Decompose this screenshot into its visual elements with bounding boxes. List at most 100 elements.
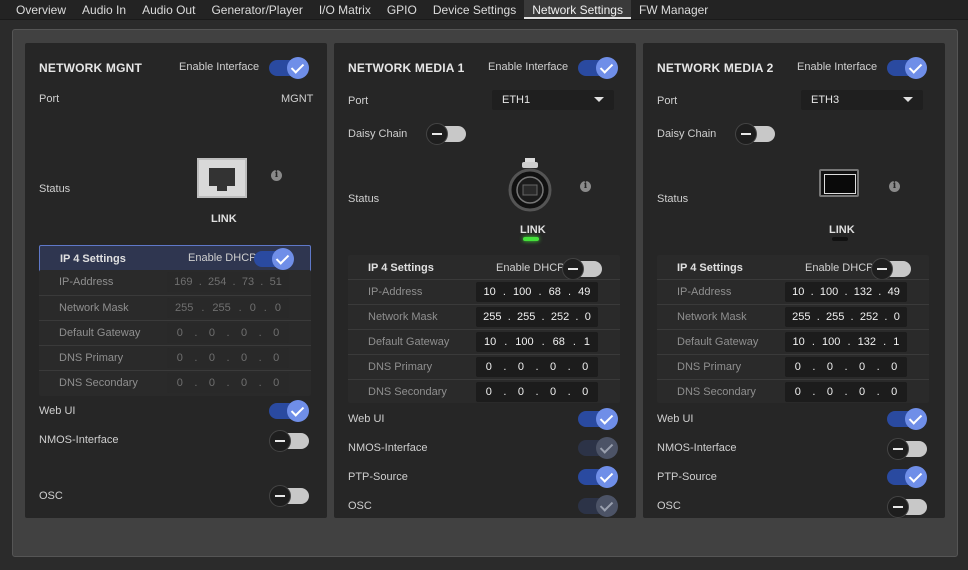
tab-audio-in[interactable]: Audio In	[74, 0, 134, 19]
check-icon	[596, 408, 618, 430]
nmos-interface-label: NMOS-Interface	[348, 442, 428, 454]
dns-primary-field[interactable]: 0.0.0.0	[167, 348, 289, 368]
tab-bar: Overview Audio In Audio Out Generator/Pl…	[0, 0, 968, 20]
info-icon[interactable]: i	[580, 181, 591, 192]
daisy-chain-label: Daisy Chain	[348, 128, 408, 140]
tab-network-settings[interactable]: Network Settings	[524, 0, 631, 19]
ptp-source-toggle[interactable]	[887, 466, 927, 488]
daisy-chain-toggle[interactable]	[735, 123, 775, 145]
ip-address-row: IP-Address 10. 100. 132. 49	[657, 279, 929, 304]
enable-dhcp-label: Enable DHCP	[188, 252, 257, 264]
enable-interface-label: Enable Interface	[488, 61, 569, 73]
default-gateway-field[interactable]: 0.0.0.0	[167, 323, 289, 343]
daisy-chain-toggle[interactable]	[426, 123, 466, 145]
minus-icon	[269, 485, 291, 507]
network-mask-field[interactable]: 255. 255. 252. 0	[476, 307, 598, 327]
nmos-interface-toggle[interactable]	[269, 430, 309, 452]
ethercon-port-icon	[508, 158, 552, 212]
dns-primary-row: DNS Primary 0.0.0.0	[348, 354, 620, 379]
tab-overview[interactable]: Overview	[8, 0, 74, 19]
tab-io-matrix[interactable]: I/O Matrix	[311, 0, 379, 19]
osc-toggle[interactable]	[887, 496, 927, 518]
port-label: Port	[657, 95, 678, 107]
enable-interface-toggle[interactable]	[887, 57, 927, 79]
dns-primary-field[interactable]: 0.0.0.0	[476, 357, 598, 377]
default-gateway-field[interactable]: 10. 100. 68. 1	[476, 332, 598, 352]
dns-secondary-field[interactable]: 0.0.0.0	[785, 382, 907, 402]
web-ui-label: Web UI	[348, 413, 385, 425]
check-icon	[905, 466, 927, 488]
enable-interface-toggle[interactable]	[578, 57, 618, 79]
dns-secondary-field[interactable]: 0.0.0.0	[476, 382, 598, 402]
nmos-interface-label: NMOS-Interface	[657, 442, 737, 454]
dns-primary-field[interactable]: 0.0.0.0	[785, 357, 907, 377]
enable-dhcp-toggle[interactable]	[562, 258, 602, 280]
tab-fw-manager[interactable]: FW Manager	[631, 0, 716, 19]
port-label: Port	[39, 93, 60, 105]
dns-secondary-field[interactable]: 0.0.0.0	[167, 373, 289, 393]
ip-address-field[interactable]: 169. 254. 73. 51	[167, 272, 289, 292]
web-ui-toggle[interactable]	[578, 408, 618, 430]
ip4-settings-box: IP 4 Settings Enable DHCP IP-Address 10.…	[348, 255, 620, 403]
dns-primary-row: DNS Primary 0.0.0.0	[39, 345, 311, 370]
dns-primary-row: DNS Primary 0.0.0.0	[657, 354, 929, 379]
card-title: NETWORK MEDIA 1	[348, 61, 465, 75]
enable-dhcp-label: Enable DHCP	[496, 262, 565, 274]
enable-dhcp-toggle[interactable]	[871, 258, 911, 280]
enable-dhcp-toggle[interactable]	[254, 248, 294, 270]
ip-address-field[interactable]: 10. 100. 68. 49	[476, 282, 598, 302]
dns-secondary-row: DNS Secondary 0.0.0.0	[348, 379, 620, 404]
info-icon[interactable]: i	[889, 181, 900, 192]
status-label: Status	[657, 193, 689, 205]
link-led	[832, 237, 848, 241]
osc-label: OSC	[657, 500, 681, 512]
network-mask-row: Network Mask 255. 255. 0. 0	[39, 295, 311, 320]
osc-label: OSC	[39, 490, 63, 502]
dns-secondary-row: DNS Secondary 0.0.0.0	[657, 379, 929, 404]
tab-device-settings[interactable]: Device Settings	[425, 0, 524, 19]
web-ui-toggle[interactable]	[887, 408, 927, 430]
tab-audio-out[interactable]: Audio Out	[134, 0, 203, 19]
network-mask-row: Network Mask 255. 255. 252. 0	[657, 304, 929, 329]
check-icon	[272, 248, 294, 270]
default-gateway-row: Default Gateway 0.0.0.0	[39, 320, 311, 345]
port-select[interactable]: ETH3	[801, 90, 923, 110]
tab-gpio[interactable]: GPIO	[379, 0, 425, 19]
card-network-media-2: NETWORK MEDIA 2 Enable Interface Port ET…	[643, 43, 945, 518]
check-icon	[905, 57, 927, 79]
info-icon[interactable]: i	[271, 170, 282, 181]
ip4-fields: IP-Address 169. 254. 73. 51 Network Mask 25…	[39, 270, 311, 396]
status-label: Status	[348, 193, 380, 205]
minus-icon	[887, 496, 909, 518]
network-mask-field[interactable]: 255. 255. 252. 0	[785, 307, 907, 327]
osc-toggle[interactable]	[578, 495, 618, 517]
ip4-settings-label: IP 4 Settings	[368, 262, 434, 274]
osc-toggle[interactable]	[269, 485, 309, 507]
ip-address-field[interactable]: 10. 100. 132. 49	[785, 282, 907, 302]
ptp-source-label: PTP-Source	[657, 471, 717, 483]
network-mask-row: Network Mask 255. 255. 252. 0	[348, 304, 620, 329]
minus-icon	[562, 258, 584, 280]
daisy-chain-label: Daisy Chain	[657, 128, 717, 140]
tab-generator-player[interactable]: Generator/Player	[203, 0, 310, 19]
enable-dhcp-label: Enable DHCP	[805, 262, 874, 274]
chevron-down-icon	[903, 97, 913, 102]
check-icon	[287, 400, 309, 422]
ptp-source-toggle[interactable]	[578, 466, 618, 488]
port-label: Port	[348, 95, 369, 107]
default-gateway-field[interactable]: 10. 100. 132. 1	[785, 332, 907, 352]
enable-interface-toggle[interactable]	[269, 57, 309, 79]
network-settings-panel: NETWORK MGNT Enable Interface Port MGNT …	[12, 29, 958, 557]
card-network-media-1: NETWORK MEDIA 1 Enable Interface Port ET…	[334, 43, 636, 518]
network-mask-field[interactable]: 255. 255. 0. 0	[167, 298, 289, 318]
osc-label: OSC	[348, 500, 372, 512]
ip-address-row: IP-Address 10. 100. 68. 49	[348, 279, 620, 304]
chevron-down-icon	[594, 97, 604, 102]
web-ui-toggle[interactable]	[269, 400, 309, 422]
port-select[interactable]: ETH1	[492, 90, 614, 110]
nmos-interface-toggle[interactable]	[578, 437, 618, 459]
nmos-interface-toggle[interactable]	[887, 438, 927, 460]
web-ui-label: Web UI	[657, 413, 694, 425]
link-status: LINK	[520, 224, 546, 236]
minus-icon	[871, 258, 893, 280]
